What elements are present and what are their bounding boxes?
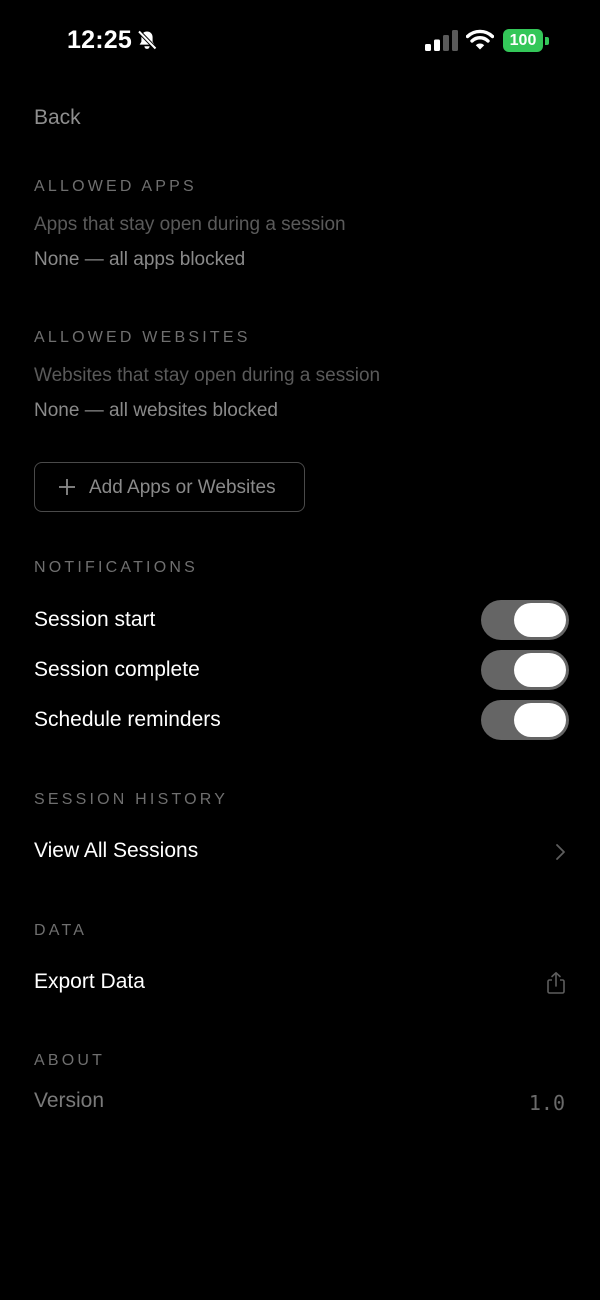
- allowed-websites-header: ALLOWED WEBSITES: [34, 329, 251, 346]
- schedule-reminders-toggle[interactable]: [481, 700, 569, 740]
- allowed-websites-description: Websites that stay open during a session: [34, 365, 381, 386]
- toggle-knob: [514, 603, 566, 637]
- session-complete-label: Session complete: [34, 658, 200, 681]
- session-start-toggle[interactable]: [481, 600, 569, 640]
- status-time: 12:25: [67, 26, 132, 54]
- allowed-apps-status: None — all apps blocked: [34, 249, 246, 270]
- session-start-label: Session start: [34, 608, 156, 631]
- allowed-apps-description: Apps that stay open during a session: [34, 214, 346, 235]
- add-button-label: Add Apps or Websites: [89, 477, 276, 498]
- wifi-icon: [466, 29, 494, 50]
- cellular-signal-icon: [425, 30, 458, 51]
- share-icon[interactable]: [545, 971, 567, 995]
- view-all-sessions-row[interactable]: View All Sessions: [34, 839, 198, 863]
- toggle-knob: [514, 703, 566, 737]
- about-header: ABOUT: [34, 1052, 106, 1069]
- chevron-right-icon[interactable]: [553, 842, 567, 862]
- version-label: Version: [34, 1089, 105, 1112]
- schedule-reminders-label: Schedule reminders: [34, 708, 221, 731]
- session-complete-toggle[interactable]: [481, 650, 569, 690]
- bell-slash-icon: [137, 30, 157, 50]
- back-button[interactable]: Back: [34, 106, 81, 130]
- version-value: 1.0: [528, 1091, 565, 1115]
- allowed-websites-status: None — all websites blocked: [34, 400, 278, 421]
- toggle-knob: [514, 653, 566, 687]
- battery-level: 100: [503, 29, 543, 52]
- battery-cap: [545, 37, 549, 45]
- session-history-header: SESSION HISTORY: [34, 791, 229, 808]
- allowed-apps-header: ALLOWED APPS: [34, 178, 197, 195]
- plus-icon: [59, 479, 75, 495]
- notifications-header: NOTIFICATIONS: [34, 559, 198, 576]
- data-header: DATA: [34, 922, 88, 939]
- battery-icon: 100: [503, 29, 551, 52]
- add-apps-or-websites-button[interactable]: Add Apps or Websites: [34, 462, 305, 512]
- status-bar: 12:25 100: [0, 0, 600, 82]
- export-data-row[interactable]: Export Data: [34, 970, 145, 994]
